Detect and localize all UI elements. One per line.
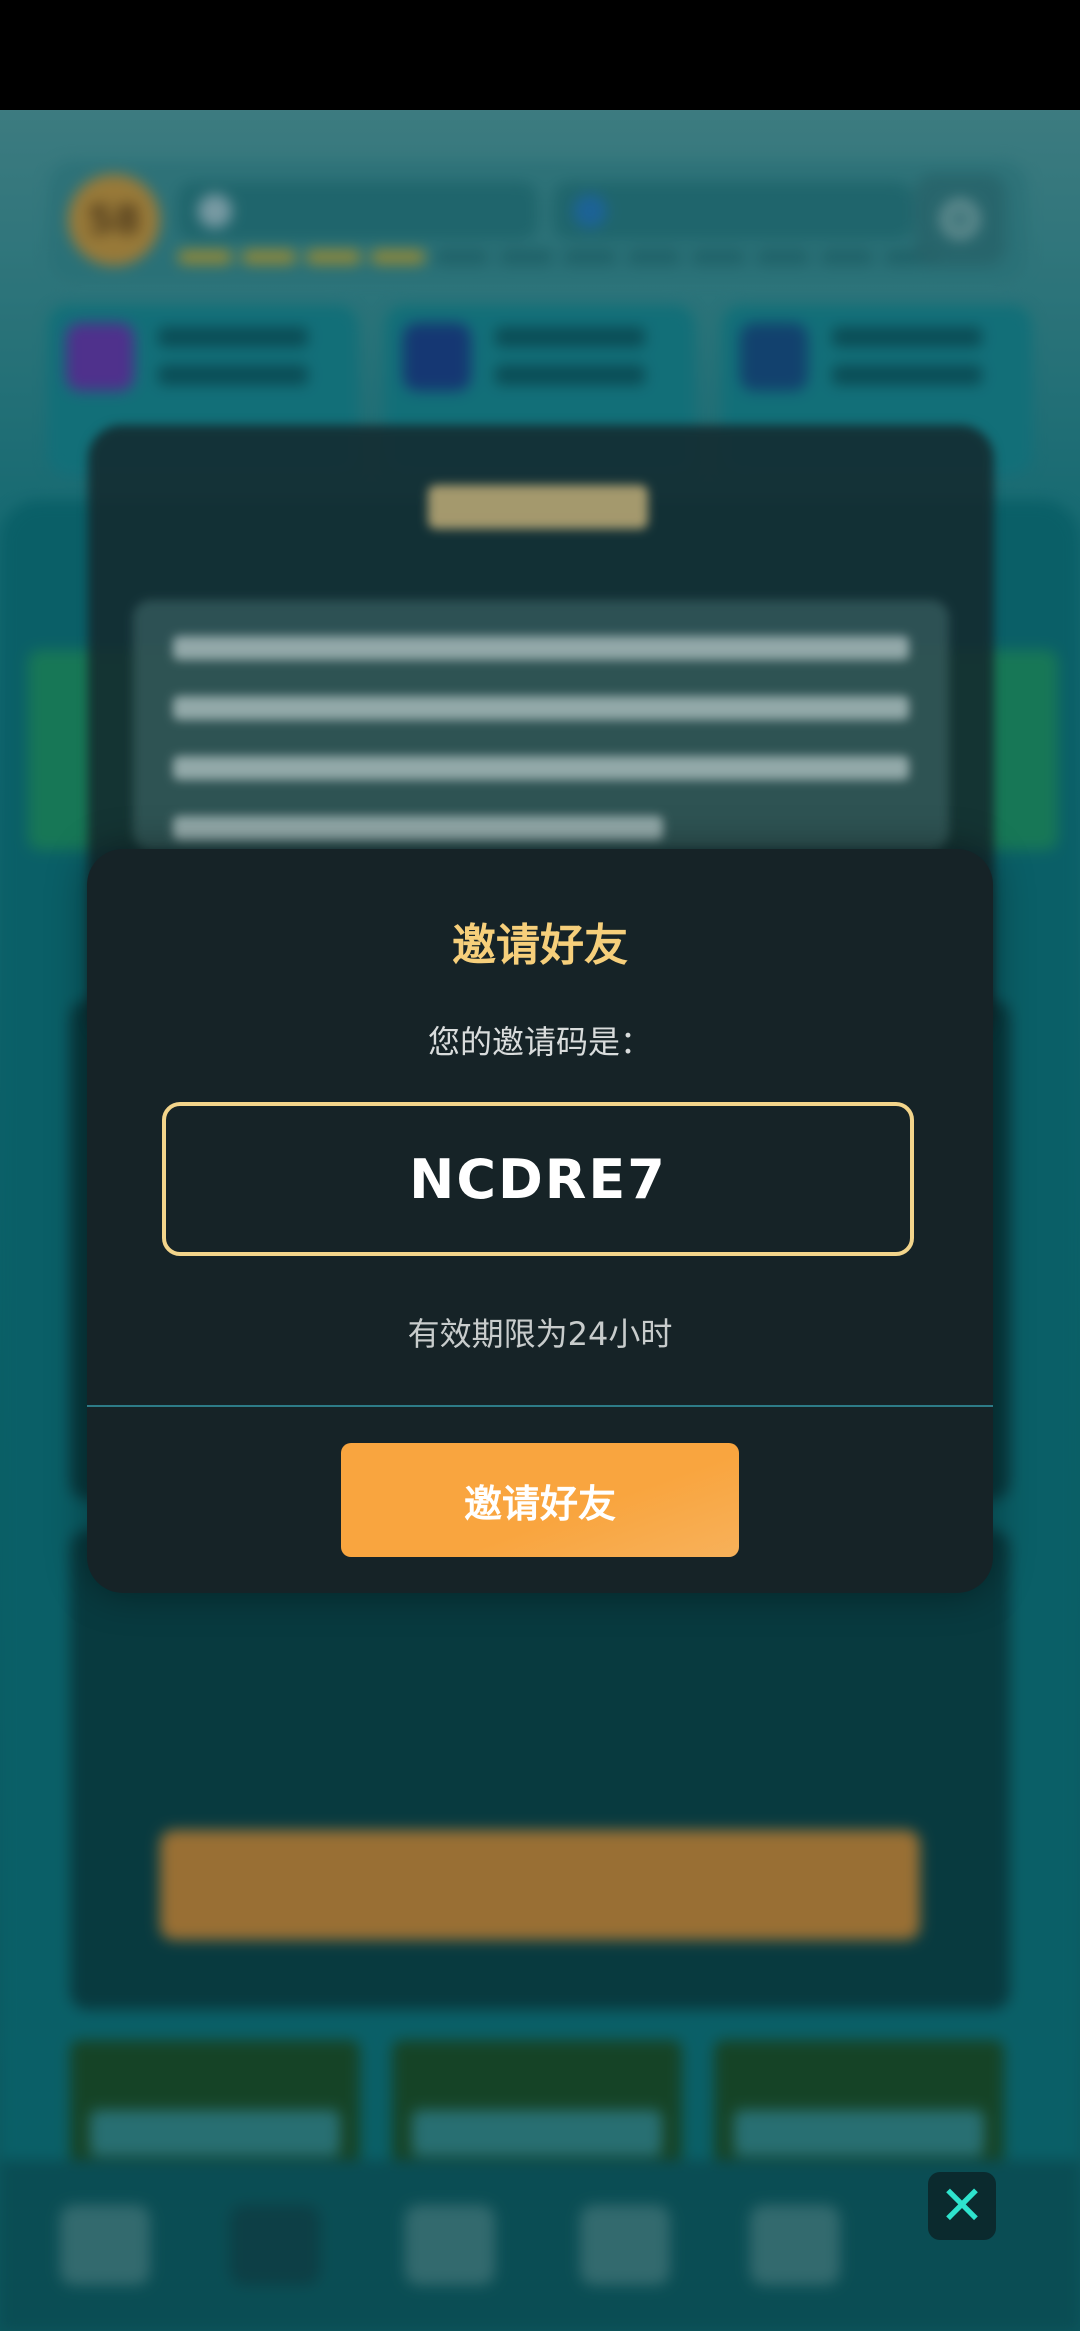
invite-friends-button[interactable]: 邀请好友 bbox=[341, 1443, 739, 1557]
validity-note: 有效期限为24小时 bbox=[407, 1315, 673, 1353]
modal-title: 邀请好友 bbox=[452, 920, 628, 971]
status-bar bbox=[0, 0, 1080, 110]
close-icon[interactable]: ✕ bbox=[928, 2172, 996, 2240]
invite-code-display[interactable]: NCDRE7 bbox=[162, 1102, 914, 1256]
modal-divider bbox=[87, 1405, 993, 1407]
invite-code-label: 您的邀请码是： bbox=[427, 1023, 652, 1061]
invite-friend-modal: 邀请好友 您的邀请码是： NCDRE7 有效期限为24小时 邀请好友 bbox=[87, 849, 993, 1593]
